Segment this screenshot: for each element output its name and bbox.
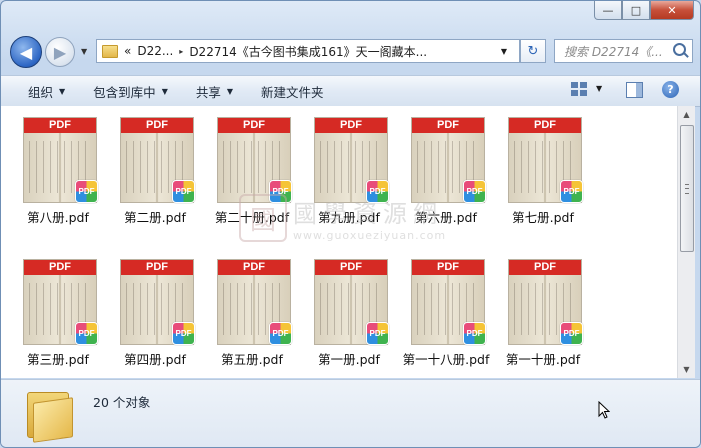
close-button[interactable]: ✕ bbox=[650, 1, 694, 20]
file-item[interactable]: PDF PDF 第五册.pdf bbox=[205, 250, 299, 380]
share-menu[interactable]: 共享 ▼ bbox=[196, 82, 233, 101]
pdf-banner: PDF bbox=[315, 118, 387, 133]
file-item[interactable]: PDF PDF 第八册.pdf bbox=[11, 108, 105, 238]
item-count: 20 个对象 bbox=[93, 395, 151, 410]
pdf-app-icon: PDF bbox=[172, 322, 195, 345]
address-bar[interactable]: « D22... ▸ D22714《古今图书集成161》天一阁藏本... ▼ bbox=[96, 39, 520, 63]
file-name[interactable]: 第七册.pdf bbox=[490, 207, 596, 226]
pdf-app-icon: PDF bbox=[560, 180, 583, 203]
folder-icon bbox=[27, 388, 73, 443]
folder-icon bbox=[102, 44, 118, 58]
preview-pane-icon[interactable] bbox=[626, 82, 643, 98]
share-label: 共享 bbox=[195, 84, 221, 100]
pdf-banner: PDF bbox=[24, 118, 96, 133]
scroll-up-icon[interactable]: ▲ bbox=[678, 106, 695, 123]
caption-buttons: — □ ✕ bbox=[594, 1, 694, 21]
pdf-banner: PDF bbox=[121, 260, 193, 275]
pdf-banner: PDF bbox=[509, 118, 581, 133]
pdf-app-icon: PDF bbox=[463, 322, 486, 345]
file-item[interactable]: PDF PDF 第一册.pdf bbox=[302, 250, 396, 380]
vertical-scrollbar[interactable]: ▲ ▼ bbox=[677, 106, 695, 378]
file-item[interactable]: PDF PDF 第二册.pdf bbox=[108, 108, 202, 238]
breadcrumb-segment-current[interactable]: D22714《古今图书集成161》天一阁藏本... bbox=[189, 43, 427, 60]
pdf-banner: PDF bbox=[509, 260, 581, 275]
pdf-banner: PDF bbox=[412, 260, 484, 275]
pdf-app-icon: PDF bbox=[75, 322, 98, 345]
pdf-app-icon: PDF bbox=[560, 322, 583, 345]
details-pane: 20 个对象 bbox=[1, 379, 700, 447]
watermark: 國 國學資源網 www.guoxueziyuan.com bbox=[239, 194, 446, 242]
file-name[interactable]: 第三册.pdf bbox=[5, 349, 111, 368]
chevron-down-icon: ▼ bbox=[59, 86, 66, 96]
pdf-banner: PDF bbox=[121, 118, 193, 133]
pdf-app-icon: PDF bbox=[463, 180, 486, 203]
file-item[interactable]: PDF PDF 第七册.pdf bbox=[496, 108, 590, 238]
recent-pages-dropdown[interactable]: ▼ bbox=[81, 47, 87, 56]
pdf-banner: PDF bbox=[412, 118, 484, 133]
command-bar: 组织 ▼ 包含到库中 ▼ 共享 ▼ 新建文件夹 ▼ ? bbox=[1, 75, 700, 107]
back-button[interactable]: ◀ bbox=[10, 36, 42, 68]
breadcrumb-separator-icon[interactable]: ▸ bbox=[179, 47, 183, 56]
file-list[interactable]: PDF PDF 第八册.pdf PDF PDF 第二册.pdf PDF PDF 第二十册.pdf… bbox=[1, 106, 677, 378]
pdf-banner: PDF bbox=[218, 260, 290, 275]
file-item[interactable]: PDF PDF 第一十八册.pdf bbox=[399, 250, 493, 380]
address-dropdown-icon[interactable]: ▼ bbox=[501, 47, 507, 56]
watermark-title: 國學資源網 bbox=[293, 200, 443, 228]
breadcrumb-segment-parent[interactable]: D22... bbox=[137, 44, 173, 58]
address-overflow-chevron[interactable]: « bbox=[124, 44, 131, 58]
maximize-button[interactable]: □ bbox=[622, 1, 650, 20]
file-name[interactable]: 第二册.pdf bbox=[102, 207, 208, 226]
scrollbar-thumb[interactable] bbox=[680, 125, 694, 252]
pdf-app-icon: PDF bbox=[75, 180, 98, 203]
include-library-menu[interactable]: 包含到库中 ▼ bbox=[93, 82, 168, 101]
organize-label: 组织 bbox=[28, 84, 54, 100]
minimize-button[interactable]: — bbox=[594, 1, 622, 20]
include-library-label: 包含到库中 bbox=[93, 84, 156, 100]
help-icon[interactable]: ? bbox=[662, 81, 679, 98]
watermark-url: www.guoxueziyuan.com bbox=[293, 229, 447, 242]
search-icon[interactable] bbox=[673, 43, 686, 56]
file-item[interactable]: PDF PDF 第四册.pdf bbox=[108, 250, 202, 380]
file-name[interactable]: 第五册.pdf bbox=[199, 349, 305, 368]
file-name[interactable]: 第一十八册.pdf bbox=[393, 349, 499, 368]
pdf-app-icon: PDF bbox=[269, 322, 292, 345]
view-options-icon[interactable] bbox=[571, 82, 587, 96]
file-item[interactable]: PDF PDF 第三册.pdf bbox=[11, 250, 105, 380]
new-folder-label: 新建文件夹 bbox=[261, 84, 324, 100]
file-item[interactable]: PDF PDF 第一十册.pdf bbox=[496, 250, 590, 380]
search-input[interactable]: 搜索 D22714《... bbox=[564, 43, 669, 60]
search-box[interactable]: 搜索 D22714《... bbox=[554, 39, 693, 63]
navigation-bar: ◀ ▶ ▼ « D22... ▸ D22714《古今图书集成161》天一阁藏本.… bbox=[1, 31, 700, 71]
new-folder-button[interactable]: 新建文件夹 bbox=[261, 82, 324, 101]
pdf-banner: PDF bbox=[315, 260, 387, 275]
file-name[interactable]: 第四册.pdf bbox=[102, 349, 208, 368]
mouse-cursor-icon bbox=[598, 401, 610, 419]
pdf-banner: PDF bbox=[218, 118, 290, 133]
watermark-logo: 國 bbox=[239, 194, 287, 242]
file-name[interactable]: 第一册.pdf bbox=[296, 349, 402, 368]
chevron-down-icon: ▼ bbox=[226, 86, 234, 96]
file-name[interactable]: 第八册.pdf bbox=[5, 207, 111, 226]
forward-button[interactable]: ▶ bbox=[45, 37, 75, 67]
pdf-app-icon: PDF bbox=[172, 180, 195, 203]
refresh-button[interactable]: ↻ bbox=[520, 39, 546, 63]
file-name[interactable]: 第一十册.pdf bbox=[490, 349, 596, 368]
explorer-window: — □ ✕ ◀ ▶ ▼ « D22... ▸ D22714《古今图书集成161》… bbox=[0, 0, 701, 448]
organize-menu[interactable]: 组织 ▼ bbox=[28, 82, 65, 101]
view-dropdown-icon[interactable]: ▼ bbox=[596, 84, 602, 93]
scroll-down-icon[interactable]: ▼ bbox=[678, 361, 695, 378]
pdf-banner: PDF bbox=[24, 260, 96, 275]
chevron-down-icon: ▼ bbox=[161, 86, 168, 96]
pdf-app-icon: PDF bbox=[366, 322, 389, 345]
